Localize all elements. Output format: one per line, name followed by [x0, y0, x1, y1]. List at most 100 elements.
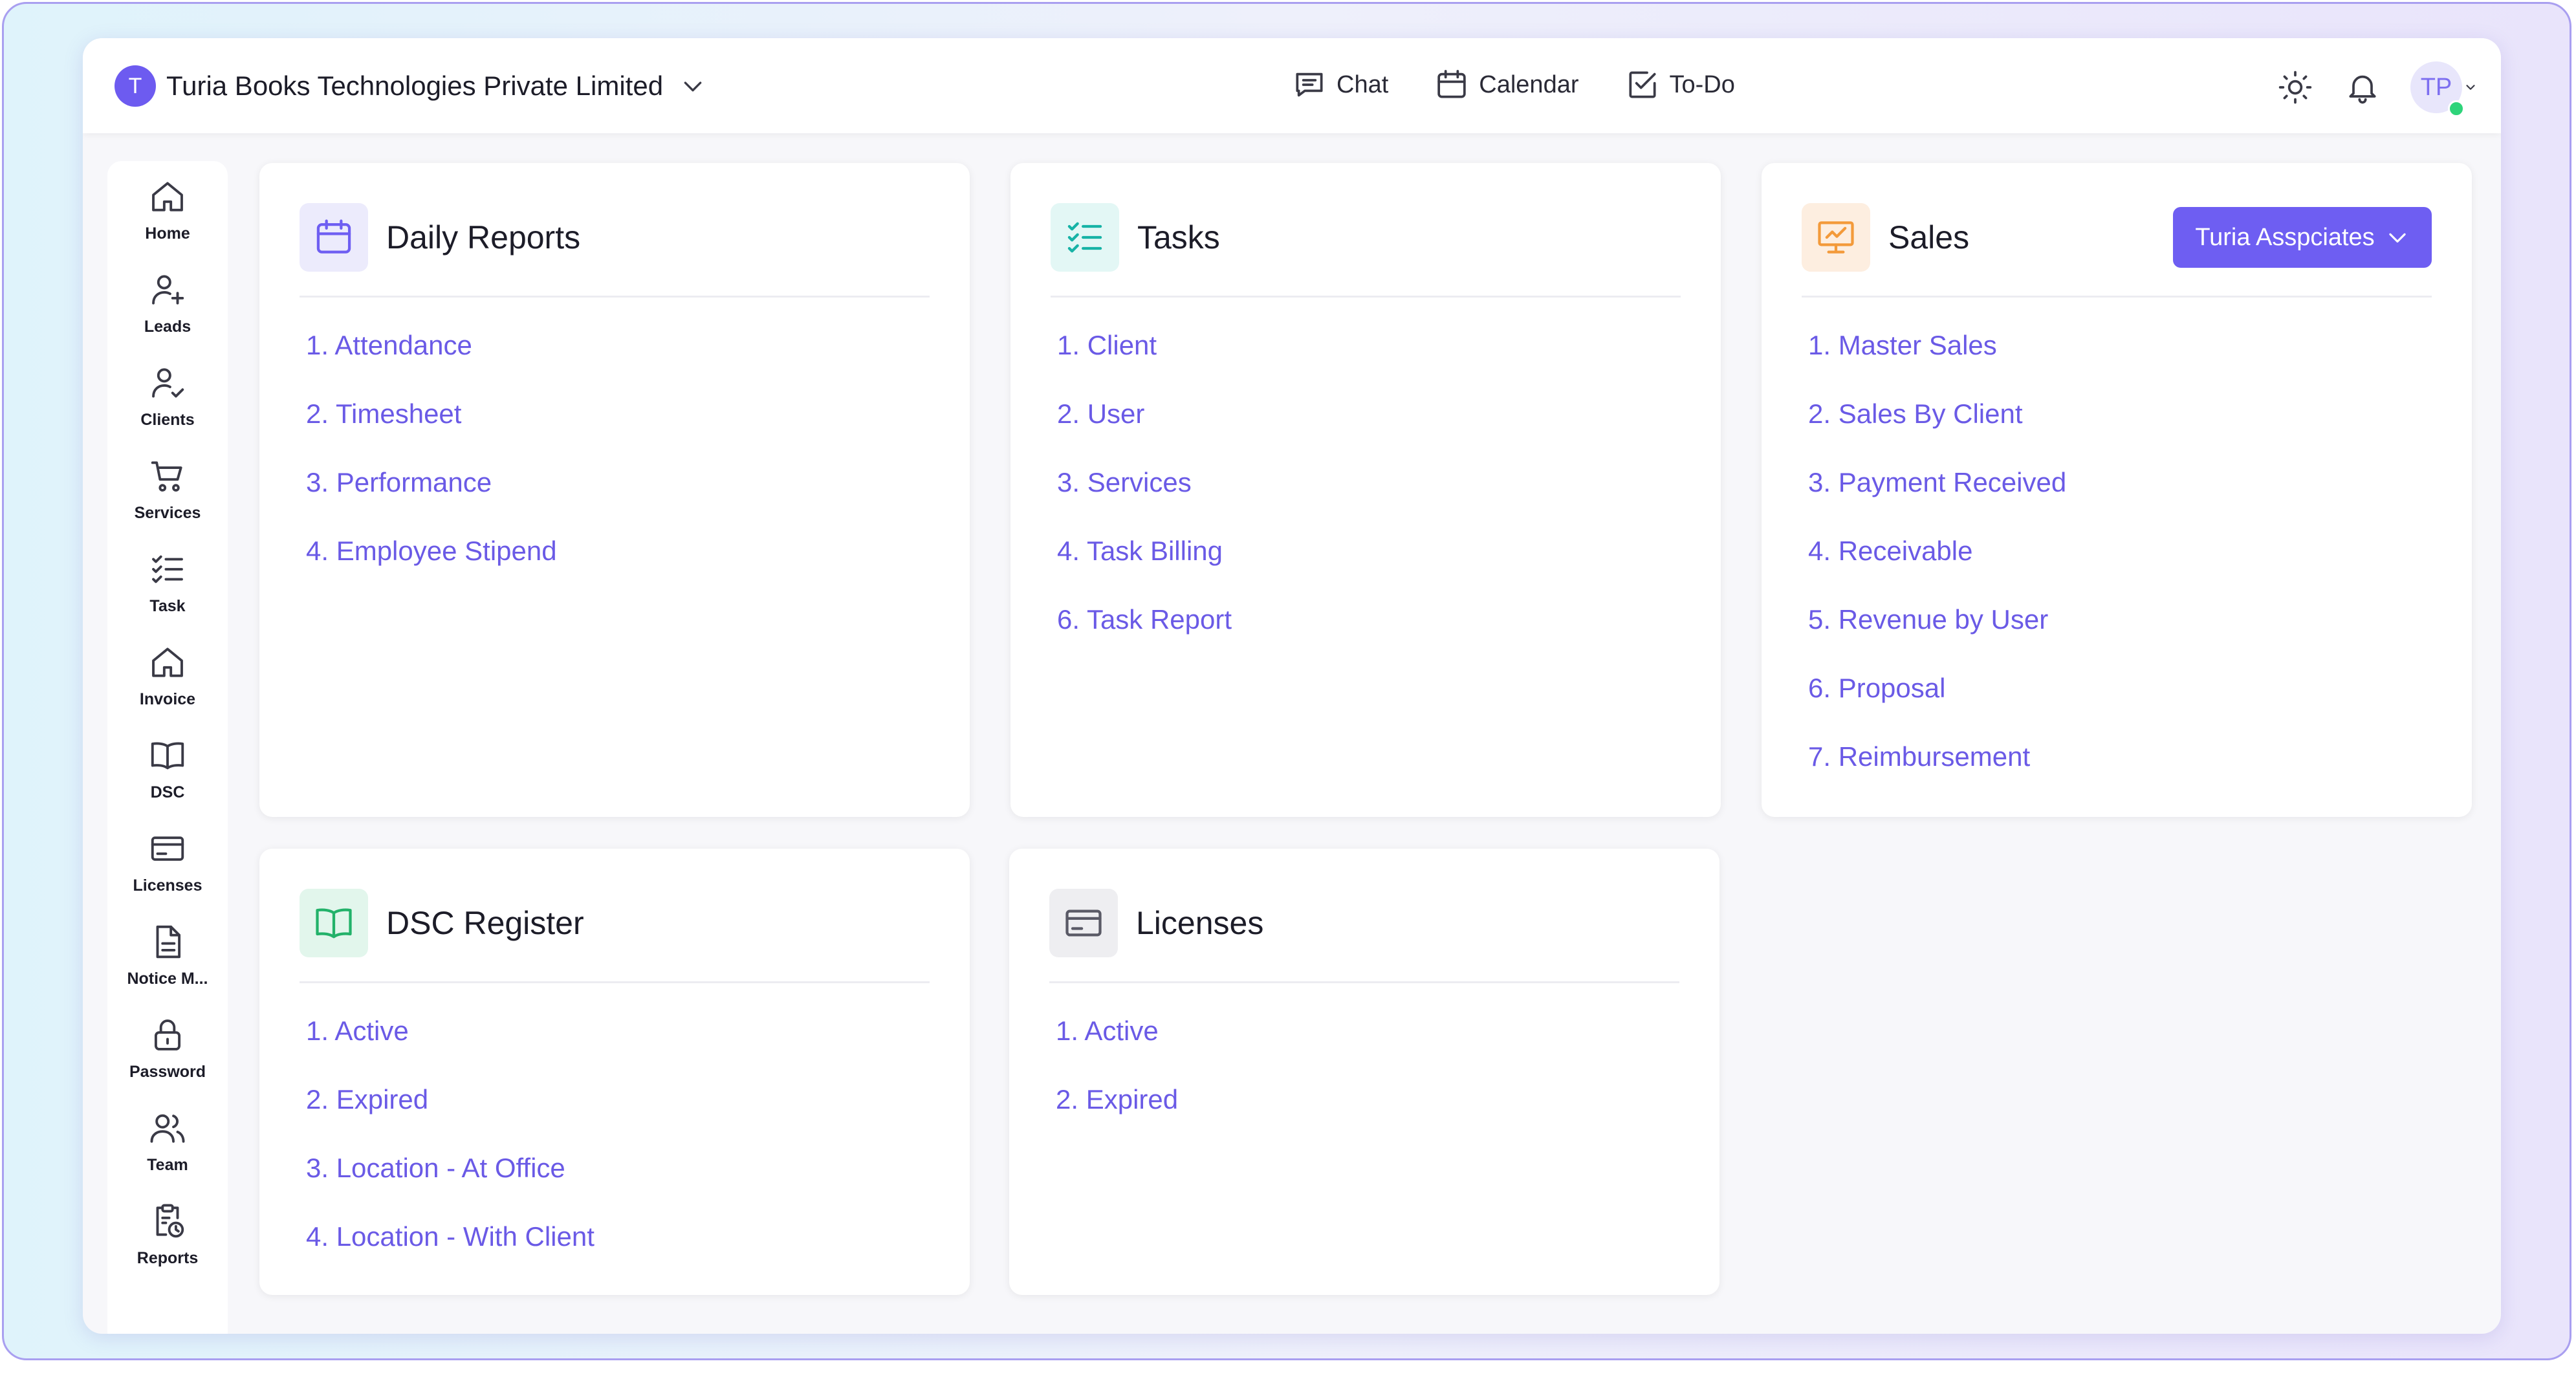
link-receivable[interactable]: 4. Receivable: [1808, 536, 2066, 604]
team-icon: [150, 1114, 185, 1143]
card-link-list: 1. Attendance 2. Timesheet 3. Performanc…: [306, 330, 557, 604]
chevron-down-icon[interactable]: [680, 73, 706, 99]
card-header: Tasks: [1051, 203, 1220, 272]
link-expired[interactable]: 2. Expired: [306, 1084, 595, 1153]
org-switcher[interactable]: T Turia Books Technologies Private Limit…: [115, 65, 706, 107]
link-task-report[interactable]: 6. Task Report: [1057, 604, 1232, 673]
link-user[interactable]: 2. User: [1057, 398, 1232, 467]
app-frame: T Turia Books Technologies Private Limit…: [2, 2, 2571, 1360]
sidebar-item-home[interactable]: Home: [107, 177, 228, 261]
sidebar-item-task[interactable]: Task: [107, 549, 228, 633]
sidebar-item-leads[interactable]: Leads: [107, 270, 228, 354]
link-location-at-office[interactable]: 3. Location - At Office: [306, 1153, 595, 1221]
header-actions: TP: [2276, 61, 2478, 117]
app-window: T Turia Books Technologies Private Limit…: [83, 38, 2501, 1334]
card-title: Licenses: [1136, 905, 1264, 941]
home-icon: [152, 182, 183, 212]
link-employee-stipend[interactable]: 4. Employee Stipend: [306, 536, 557, 604]
sidebar-item-label: Reports: [136, 1249, 199, 1267]
sidebar-item-password[interactable]: Password: [107, 1015, 228, 1099]
org-name: Turia Books Technologies Private Limited: [166, 71, 664, 101]
divider: [1051, 296, 1681, 298]
link-expired[interactable]: 2. Expired: [1056, 1084, 1178, 1153]
card-title: Sales: [1888, 219, 1970, 256]
tasks-card: Tasks 1. Client 2. User 3. Services 4. T…: [1010, 163, 1721, 817]
divider: [300, 981, 930, 983]
card-icon: [151, 836, 184, 861]
presentation-chart-icon: [1818, 221, 1854, 254]
divider: [1049, 981, 1679, 983]
sidebar-item-team[interactable]: Team: [107, 1108, 228, 1192]
top-nav: Chat Calendar To-Do: [1291, 67, 1780, 103]
notifications-button[interactable]: [2343, 68, 2382, 107]
sidebar-item-services[interactable]: Services: [107, 456, 228, 540]
card-icon-box: [1049, 889, 1118, 957]
card-title: Tasks: [1137, 219, 1220, 256]
link-active[interactable]: 1. Active: [1056, 1016, 1178, 1084]
sidebar: Home Leads Clients Services Task Invoice: [107, 161, 228, 1334]
user-add-icon: [152, 275, 184, 305]
card-link-list: 1. Master Sales 2. Sales By Client 3. Pa…: [1808, 330, 2066, 810]
link-attendance[interactable]: 1. Attendance: [306, 330, 557, 398]
sidebar-item-label: Invoice: [139, 690, 196, 708]
sidebar-item-invoice[interactable]: Invoice: [107, 642, 228, 726]
sidebar-item-label: Task: [149, 597, 186, 615]
sidebar-item-label: Notice M...: [127, 970, 208, 988]
sidebar-item-clients[interactable]: Clients: [107, 363, 228, 447]
card-header: Sales: [1802, 203, 1969, 272]
link-performance[interactable]: 3. Performance: [306, 467, 557, 536]
sidebar-item-licenses[interactable]: Licenses: [107, 829, 228, 913]
chat-icon: [1296, 72, 1323, 97]
clipboard-clock-icon: [156, 1204, 184, 1238]
user-menu[interactable]: TP: [2410, 61, 2478, 117]
nav-calendar[interactable]: Calendar: [1434, 67, 1579, 103]
divider: [300, 296, 930, 298]
divider: [1802, 296, 2432, 298]
link-revenue-by-user[interactable]: 5. Revenue by User: [1808, 604, 2066, 673]
todo-icon: [1628, 71, 1656, 98]
book-icon: [151, 742, 184, 770]
org-avatar: T: [115, 65, 156, 107]
sidebar-item-dsc[interactable]: DSC: [107, 735, 228, 820]
calendar-icon: [316, 219, 351, 254]
nav-chat[interactable]: Chat: [1291, 67, 1388, 103]
document-icon: [156, 925, 181, 959]
nav-todo[interactable]: To-Do: [1624, 67, 1735, 103]
company-select-dropdown[interactable]: Turia Asspciates: [2173, 207, 2432, 268]
sidebar-item-label: Services: [134, 504, 201, 522]
link-timesheet[interactable]: 2. Timesheet: [306, 398, 557, 467]
link-payment-received[interactable]: 3. Payment Received: [1808, 467, 2066, 536]
sidebar-item-label: Home: [145, 224, 190, 243]
link-client[interactable]: 1. Client: [1057, 330, 1232, 398]
sidebar-item-reports[interactable]: Reports: [107, 1201, 228, 1285]
sun-icon: [2278, 71, 2312, 104]
book-icon: [316, 908, 352, 939]
sidebar-item-notice-management[interactable]: Notice M...: [107, 922, 228, 1006]
sidebar-item-label: Password: [129, 1063, 206, 1081]
link-sales-by-client[interactable]: 2. Sales By Client: [1808, 398, 2066, 467]
card-icon-box: [300, 203, 368, 272]
sidebar-item-label: Licenses: [133, 876, 202, 895]
home-icon: [152, 647, 183, 677]
theme-toggle[interactable]: [2276, 68, 2315, 107]
online-status-dot: [2448, 100, 2465, 117]
daily-reports-card: Daily Reports 1. Attendance 2. Timesheet…: [259, 163, 970, 817]
nav-calendar-label: Calendar: [1479, 71, 1579, 98]
link-task-billing[interactable]: 4. Task Billing: [1057, 536, 1232, 604]
link-location-with-client[interactable]: 4. Location - With Client: [306, 1221, 595, 1290]
dsc-register-card: DSC Register 1. Active 2. Expired 3. Loc…: [259, 849, 970, 1295]
link-active[interactable]: 1. Active: [306, 1016, 595, 1084]
link-master-sales[interactable]: 1. Master Sales: [1808, 330, 2066, 398]
calendar-icon: [1437, 70, 1466, 98]
sidebar-item-label: Team: [147, 1156, 188, 1174]
link-services[interactable]: 3. Services: [1057, 467, 1232, 536]
lock-icon: [154, 1019, 181, 1050]
link-reimbursement[interactable]: 7. Reimbursement: [1808, 741, 2066, 810]
card-header: DSC Register: [300, 889, 584, 957]
company-select-label: Turia Asspciates: [2195, 223, 2375, 251]
chevron-down-icon: [2389, 233, 2406, 243]
sidebar-item-label: Clients: [140, 411, 195, 429]
link-proposal[interactable]: 6. Proposal: [1808, 673, 2066, 741]
bell-icon: [2349, 75, 2376, 104]
top-header: T Turia Books Technologies Private Limit…: [83, 38, 2501, 133]
